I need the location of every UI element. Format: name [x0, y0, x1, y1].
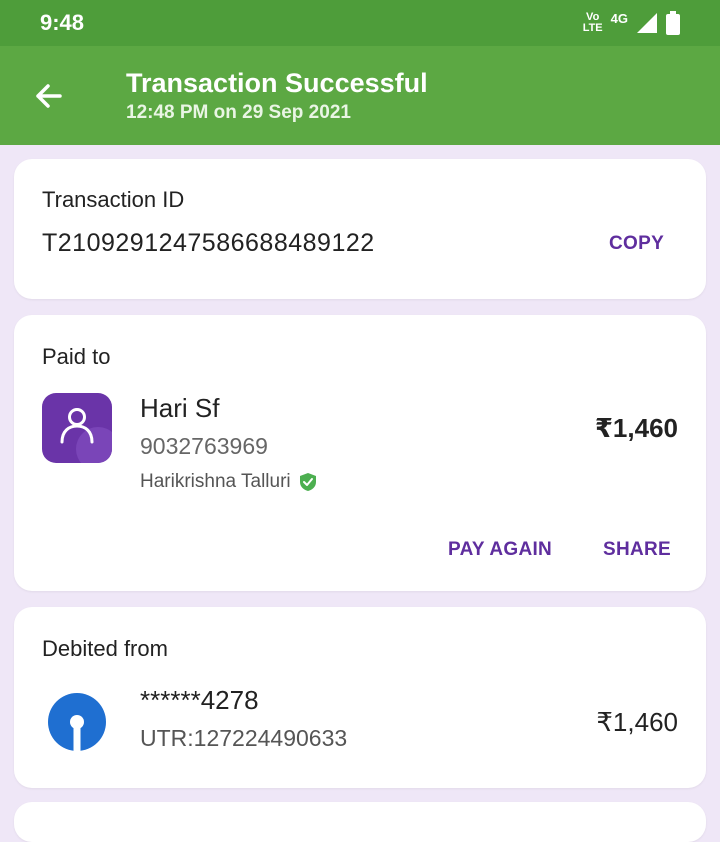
next-card-partial	[14, 802, 706, 842]
copy-button[interactable]: COPY	[609, 233, 664, 255]
share-button[interactable]: SHARE	[603, 539, 671, 561]
payee-phone: 9032763969	[140, 433, 268, 459]
status-bar: 9:48 Vo LTE 4G	[0, 0, 720, 46]
utr-number: UTR:127224490633	[140, 725, 348, 751]
contact-avatar	[42, 393, 112, 463]
pay-again-button[interactable]: PAY AGAIN	[448, 539, 552, 561]
paid-to-card: Paid to Hari Sf 9032763969 Harikrishna T…	[14, 315, 706, 591]
app-bar: Transaction Successful 12:48 PM on 29 Se…	[0, 46, 720, 145]
payee-name: Hari Sf	[140, 393, 220, 423]
verified-shield-icon	[299, 473, 316, 491]
debited-from-card: Debited from ******4278 UTR:127224490633…	[14, 607, 706, 788]
bank-logo-icon	[48, 693, 106, 752]
battery-icon	[666, 11, 680, 35]
transaction-id-card: Transaction ID T2109291247586688489122 C…	[14, 159, 706, 299]
transaction-id-value: T2109291247586688489122	[42, 229, 375, 257]
debited-amount: ₹1,460	[596, 707, 678, 737]
paid-to-label: Paid to	[42, 344, 111, 369]
page-title: Transaction Successful	[126, 68, 428, 98]
transaction-id-label: Transaction ID	[42, 187, 185, 212]
status-time: 9:48	[40, 10, 85, 35]
back-arrow-icon[interactable]	[30, 76, 70, 116]
network-type: 4G	[610, 10, 628, 26]
status-icons: Vo LTE 4G	[583, 8, 680, 38]
paid-amount: ₹1,460	[594, 413, 678, 443]
registered-name-text: Harikrishna Talluri	[140, 471, 291, 492]
transaction-datetime: 12:48 PM on 29 Sep 2021	[126, 102, 351, 123]
debit-account-number: ******4278	[140, 685, 259, 715]
person-icon	[60, 408, 112, 463]
signal-icon	[637, 13, 657, 33]
payee-registered-name: Harikrishna Talluri	[140, 471, 317, 493]
debited-from-label: Debited from	[42, 636, 168, 661]
volte-icon: Vo LTE	[582, 11, 603, 34]
